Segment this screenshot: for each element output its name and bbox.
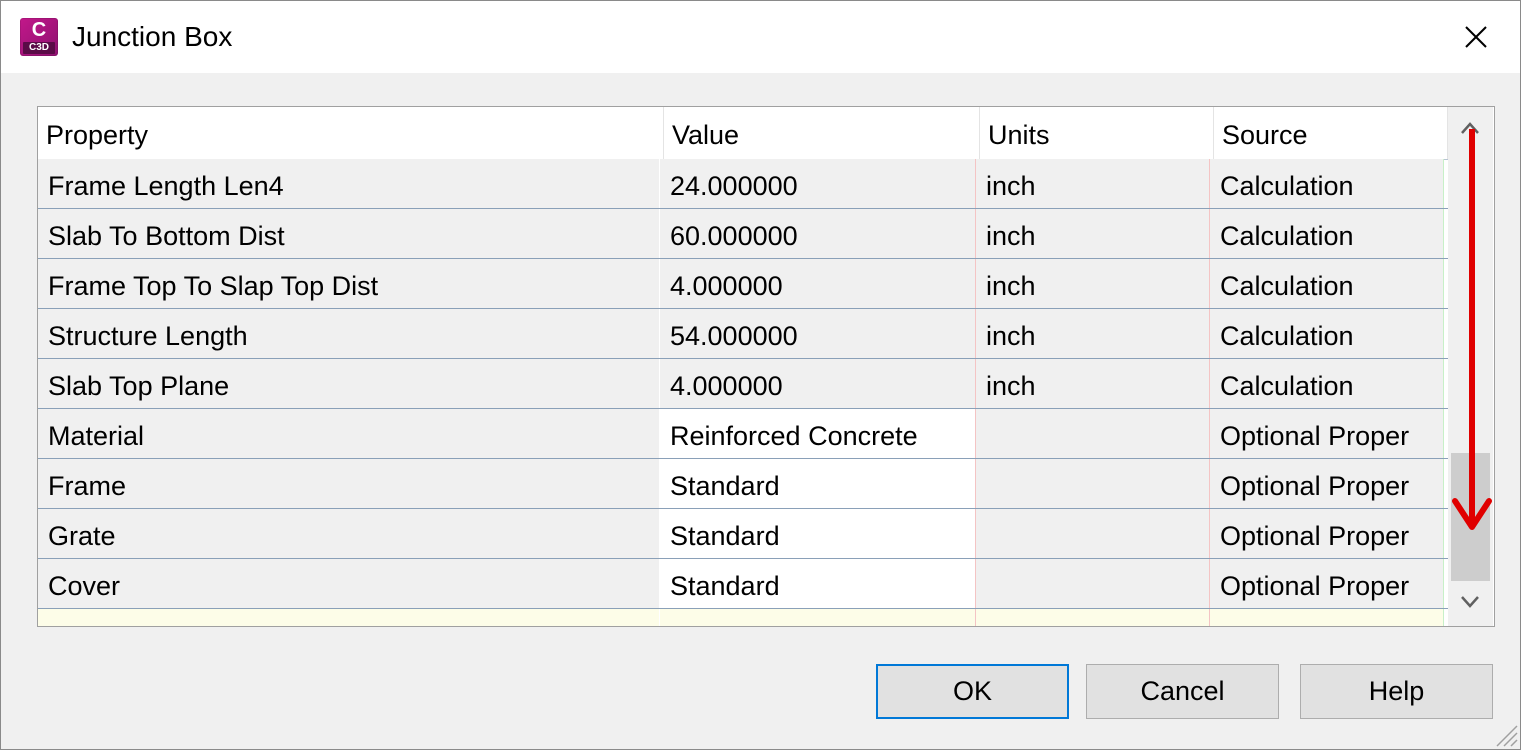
scroll-up-button[interactable] (1448, 111, 1493, 147)
cell-source: Calculation (1210, 159, 1444, 208)
column-header-source[interactable]: Source (1214, 107, 1448, 159)
app-icon-letter: C (31, 19, 47, 41)
table-row[interactable]: Frame Length Len4 24.000000 inch Calculatio… (38, 159, 1448, 209)
cell-property (38, 609, 660, 626)
cell-source: Calculation (1210, 209, 1444, 258)
cancel-button[interactable]: Cancel (1086, 664, 1279, 719)
ok-button[interactable]: OK (876, 664, 1069, 719)
cell-value: 54.000000 (660, 309, 976, 358)
cell-property: Material (38, 409, 660, 458)
cell-units (976, 459, 1210, 508)
civil3d-app-icon: C C3D (20, 18, 58, 56)
cell-property: Frame Top To Slap Top Dist (38, 259, 660, 308)
cell-value[interactable]: Standard (660, 459, 976, 508)
junction-box-dialog: C C3D Junction Box Property Value Units … (0, 0, 1521, 750)
cell-property: Cover (38, 559, 660, 608)
table-row[interactable]: Cover Standard Optional Proper (38, 559, 1448, 609)
close-icon (1465, 26, 1487, 48)
table-row[interactable]: Grate Standard Optional Proper (38, 509, 1448, 559)
cell-source (1210, 609, 1444, 626)
cell-units: inch (976, 259, 1210, 308)
cell-source: Optional Proper (1210, 559, 1444, 608)
cell-units (976, 559, 1210, 608)
chevron-down-icon (1461, 596, 1479, 608)
cell-value: 24.000000 (660, 159, 976, 208)
cell-property: Frame (38, 459, 660, 508)
cell-value: 4.000000 (660, 259, 976, 308)
cell-units: inch (976, 209, 1210, 258)
grid-header: Property Value Units Source (38, 107, 1448, 160)
cell-units (976, 409, 1210, 458)
table-row[interactable]: Slab To Bottom Dist 60.000000 inch Calculat… (38, 209, 1448, 259)
app-icon-badge: C3D (23, 42, 55, 54)
cell-property: Grate (38, 509, 660, 558)
title-bar: C C3D Junction Box (1, 1, 1520, 73)
column-header-value[interactable]: Value (664, 107, 980, 159)
cell-source: Optional Proper (1210, 409, 1444, 458)
cell-property: Slab To Bottom Dist (38, 209, 660, 258)
cell-source: Calculation (1210, 259, 1444, 308)
cell-units: inch (976, 309, 1210, 358)
column-header-property[interactable]: Property (38, 107, 664, 159)
cell-units (976, 509, 1210, 558)
table-row[interactable]: Frame Standard Optional Proper (38, 459, 1448, 509)
close-button[interactable] (1446, 9, 1506, 65)
cell-value[interactable]: Standard (660, 559, 976, 608)
table-row-partial[interactable] (38, 609, 1448, 626)
table-row[interactable]: Frame Top To Slap Top Dist 4.000000 inch Ca… (38, 259, 1448, 309)
cell-value: 60.000000 (660, 209, 976, 258)
cell-value (660, 609, 976, 626)
cell-source: Optional Proper (1210, 509, 1444, 558)
cell-value[interactable]: Standard (660, 509, 976, 558)
cell-source: Calculation (1210, 359, 1444, 408)
vertical-scrollbar[interactable] (1448, 107, 1493, 626)
cell-value[interactable]: Reinforced Concrete (660, 409, 976, 458)
table-row[interactable]: Structure Length 54.000000 inch Calculation (38, 309, 1448, 359)
cell-units (976, 609, 1210, 626)
help-button[interactable]: Help (1300, 664, 1493, 719)
cell-source: Optional Proper (1210, 459, 1444, 508)
cell-property: Slab Top Plane (38, 359, 660, 408)
cell-source: Calculation (1210, 309, 1444, 358)
cell-property: Frame Length Len4 (38, 159, 660, 208)
cell-units: inch (976, 159, 1210, 208)
cell-units: inch (976, 359, 1210, 408)
property-grid[interactable]: Property Value Units Source Frame Length… (37, 106, 1495, 627)
cell-value: 4.000000 (660, 359, 976, 408)
chevron-up-icon (1461, 122, 1479, 134)
column-header-units[interactable]: Units (980, 107, 1214, 159)
resize-grip-icon[interactable] (1492, 721, 1518, 747)
table-row[interactable]: Material Reinforced Concrete Optional Prop… (38, 409, 1448, 459)
table-row[interactable]: Slab Top Plane 4.000000 inch Calculation (38, 359, 1448, 409)
cell-property: Structure Length (38, 309, 660, 358)
scroll-down-button[interactable] (1448, 585, 1493, 621)
scroll-thumb[interactable] (1451, 453, 1490, 581)
dialog-title: Junction Box (72, 21, 233, 52)
